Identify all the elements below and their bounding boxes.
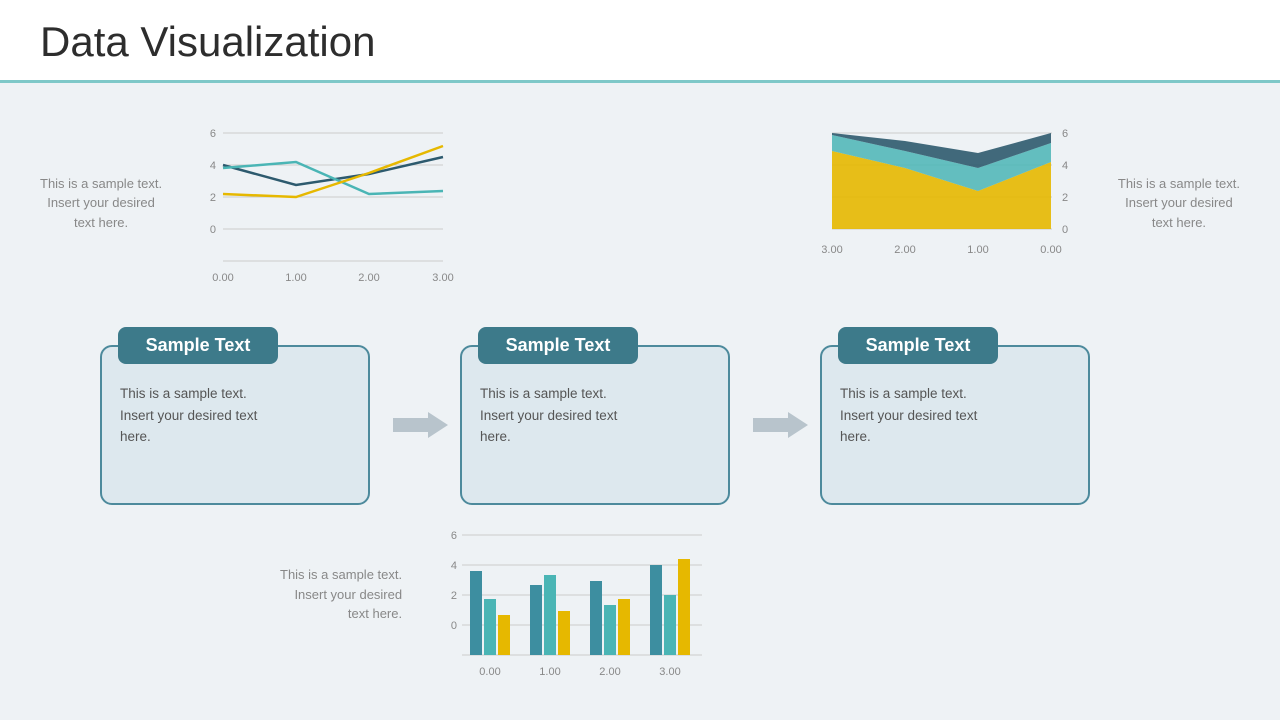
svg-text:2.00: 2.00 [599,666,620,678]
top-row: This is a sample text.Insert your desire… [40,103,1240,293]
card-1: Sample Text This is a sample text.Insert… [100,345,370,505]
svg-text:1.00: 1.00 [539,666,560,678]
area-chart-label: This is a sample text.Insert your desire… [1118,174,1240,233]
svg-text:0: 0 [1062,224,1068,236]
area-chart-block: 6 4 2 0 3.00 2.00 1.00 0.00 [822,113,1240,293]
card-2-header: Sample Text [478,327,638,364]
card-3-body: This is a sample text.Insert your desire… [840,383,1070,448]
svg-text:0.00: 0.00 [212,272,233,284]
line-chart-label: This is a sample text.Insert your desire… [40,174,162,233]
bar-chart: 6 4 2 0 0.00 1.00 2.00 3.00 [422,525,722,700]
svg-text:6: 6 [210,128,216,140]
arrow-2 [750,410,810,440]
card-2-body: This is a sample text.Insert your desire… [480,383,710,448]
svg-text:0.00: 0.00 [1040,244,1061,256]
svg-text:0: 0 [451,620,457,632]
page-header: Data Visualization [0,0,1280,83]
bottom-row: This is a sample text.Insert your desire… [280,525,1240,700]
svg-text:4: 4 [1062,160,1068,172]
page-title: Data Visualization [40,18,1240,66]
page: Data Visualization This is a sample text… [0,0,1280,720]
svg-text:1.00: 1.00 [285,272,306,284]
card-2: Sample Text This is a sample text.Insert… [460,345,730,505]
svg-text:2: 2 [1062,192,1068,204]
svg-text:3.00: 3.00 [822,244,843,256]
svg-text:2.00: 2.00 [894,244,915,256]
bar-chart-label: This is a sample text.Insert your desire… [280,565,402,624]
cards-row: Sample Text This is a sample text.Insert… [40,325,1240,505]
svg-text:0: 0 [210,224,216,236]
card-3-header: Sample Text [838,327,998,364]
svg-text:3.00: 3.00 [659,666,680,678]
svg-text:3.00: 3.00 [432,272,453,284]
svg-text:2.00: 2.00 [358,272,379,284]
main-content: This is a sample text.Insert your desire… [0,83,1280,720]
card-1-header: Sample Text [118,327,278,364]
svg-text:0.00: 0.00 [479,666,500,678]
line-chart-block: This is a sample text.Insert your desire… [40,113,468,293]
svg-text:4: 4 [451,560,457,572]
card-1-body: This is a sample text.Insert your desire… [120,383,350,448]
arrow-icon-2 [753,410,808,440]
line-chart: 6 4 2 0 0.00 1.00 2.00 3.00 [178,113,468,293]
card-3: Sample Text This is a sample text.Insert… [820,345,1090,505]
svg-text:4: 4 [210,160,216,172]
area-chart: 6 4 2 0 3.00 2.00 1.00 0.00 [822,113,1102,293]
arrow-1 [390,410,450,440]
svg-text:1.00: 1.00 [967,244,988,256]
arrow-icon-1 [393,410,448,440]
svg-text:2: 2 [210,192,216,204]
svg-text:2: 2 [451,590,457,602]
svg-text:6: 6 [451,530,457,542]
svg-text:6: 6 [1062,128,1068,140]
